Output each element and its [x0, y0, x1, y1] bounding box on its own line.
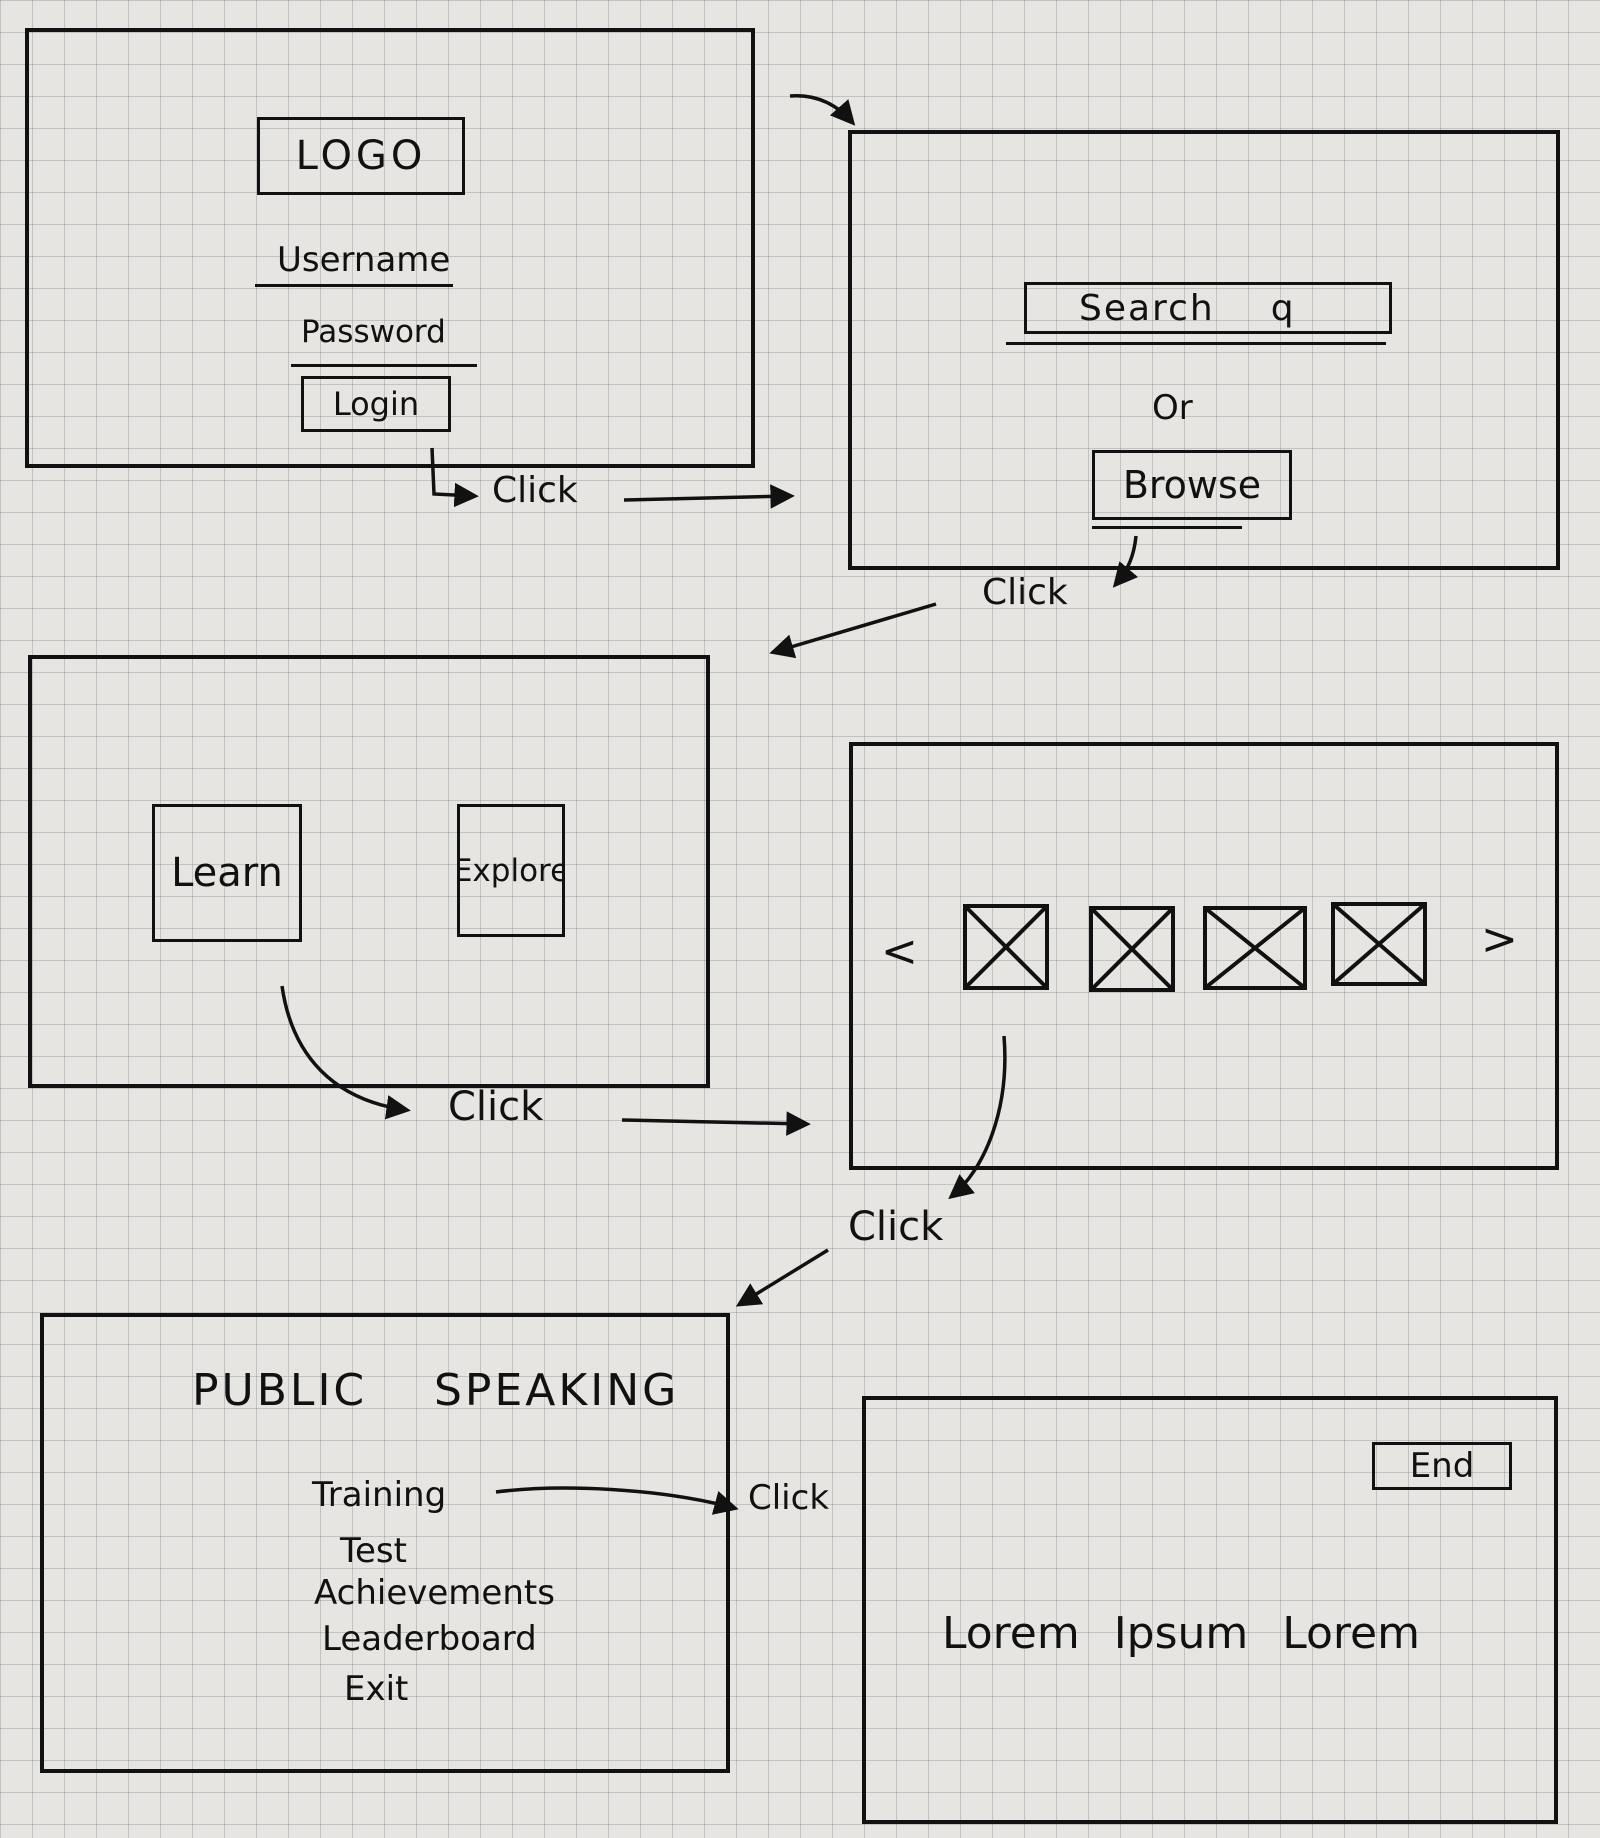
- arrow-click-to-menu: [735, 1248, 829, 1307]
- arrow-click-to-search: [623, 484, 795, 509]
- arrow-thumbnail-to-click: [948, 1035, 1007, 1200]
- arrow-login-corner: [789, 94, 856, 126]
- arrow-login-to-click: [430, 447, 479, 508]
- arrow-click-to-carousel: [621, 1111, 811, 1136]
- arrow-learn-to-click: [280, 985, 411, 1120]
- arrow-click-to-choice: [769, 602, 937, 659]
- arrow-browse-to-click: [1112, 535, 1139, 588]
- flow-arrows: [280, 94, 1139, 1515]
- arrow-training-to-click: [495, 1486, 739, 1515]
